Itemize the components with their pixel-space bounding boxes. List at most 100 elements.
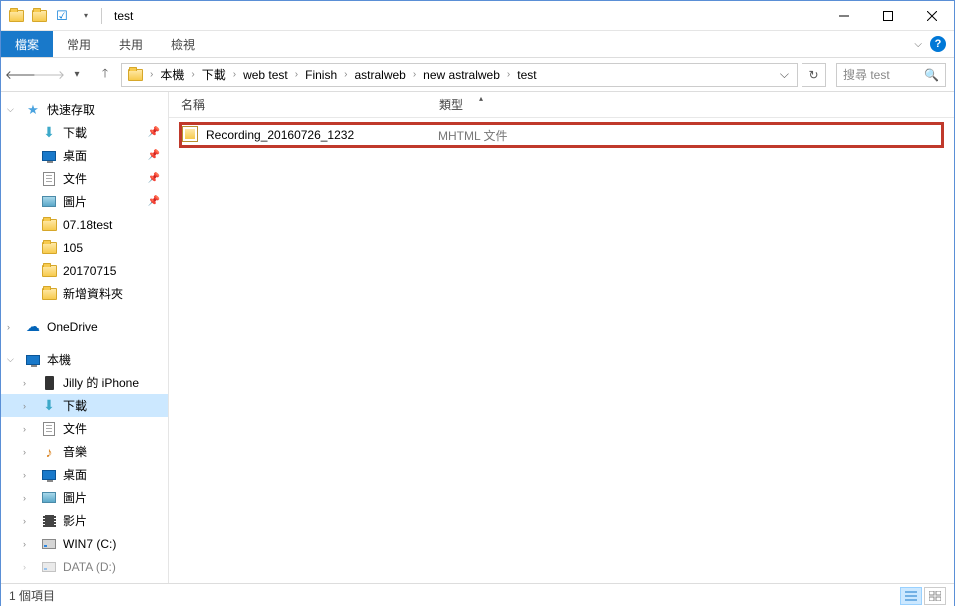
maximize-button[interactable] — [866, 1, 910, 31]
breadcrumb-item[interactable]: test — [513, 68, 540, 82]
nav-quick-access[interactable]: ⌵ ★ 快速存取 — [1, 98, 168, 121]
chevron-right-icon[interactable]: › — [7, 322, 10, 332]
address-bar: 🡐 🡒 ▾ 🡑 › 本機 › 下載 › web test › Finish › … — [1, 58, 954, 92]
tab-home[interactable]: 常用 — [53, 31, 105, 57]
column-type[interactable]: 類型▴ — [439, 96, 589, 113]
nav-item-pictures[interactable]: ›圖片 — [1, 486, 168, 509]
nav-item-music[interactable]: ›♪音樂 — [1, 440, 168, 463]
tab-share[interactable]: 共用 — [105, 31, 157, 57]
nav-item-pictures[interactable]: 圖片📌 — [1, 190, 168, 213]
chevron-right-icon[interactable]: › — [23, 378, 26, 388]
chevron-right-icon[interactable]: › — [188, 69, 197, 80]
nav-item-documents[interactable]: › 文件 — [1, 417, 168, 440]
chevron-right-icon[interactable]: › — [23, 470, 26, 480]
nav-item-videos[interactable]: ›影片 — [1, 509, 168, 532]
chevron-down-icon[interactable]: ⌵ — [7, 104, 14, 115]
monitor-icon — [42, 151, 56, 161]
nav-label: 文件 — [63, 420, 87, 437]
download-icon: ⬇ — [43, 124, 55, 141]
picture-icon — [42, 196, 56, 207]
nav-item-iphone[interactable]: ›Jilly 的 iPhone — [1, 371, 168, 394]
search-icon[interactable]: 🔍 — [924, 68, 939, 82]
breadcrumb-item[interactable]: new astralweb — [419, 68, 504, 82]
nav-label: OneDrive — [47, 320, 98, 334]
folder-icon — [42, 242, 57, 254]
chevron-right-icon[interactable]: › — [23, 516, 26, 526]
breadcrumb-item[interactable]: web test — [239, 68, 292, 82]
chevron-right-icon[interactable]: › — [23, 493, 26, 503]
column-headers: 名稱 類型▴ — [169, 92, 954, 118]
film-icon — [43, 515, 56, 527]
folder-icon — [5, 5, 27, 27]
breadcrumb-item[interactable]: 下載 — [198, 66, 230, 83]
ribbon-collapse-icon[interactable]: ⌵ — [914, 39, 922, 50]
search-input[interactable]: 搜尋 test 🔍 — [836, 63, 946, 87]
properties-icon[interactable]: ☑ — [51, 5, 73, 27]
column-name[interactable]: 名稱 — [181, 96, 439, 113]
chevron-right-icon[interactable]: › — [23, 401, 26, 411]
nav-label: 07.18test — [63, 218, 112, 232]
address-dropdown-icon[interactable]: ⌵ — [774, 67, 795, 82]
nav-item-documents[interactable]: 文件📌 — [1, 167, 168, 190]
nav-item-folder[interactable]: 105 — [1, 236, 168, 259]
nav-item-downloads[interactable]: ›⬇下載 — [1, 394, 168, 417]
nav-item-folder[interactable]: 07.18test — [1, 213, 168, 236]
chevron-right-icon[interactable]: › — [341, 69, 350, 80]
recent-dropdown-icon[interactable]: ▾ — [65, 63, 89, 87]
nav-item-folder[interactable]: 新增資料夾 — [1, 282, 168, 305]
nav-label: 桌面 — [63, 147, 87, 164]
title-bar: ☑ ▾ test — [1, 1, 954, 31]
tab-view[interactable]: 檢視 — [157, 31, 209, 57]
chevron-right-icon[interactable]: › — [23, 562, 26, 572]
monitor-icon — [42, 470, 56, 480]
window-title: test — [110, 9, 133, 23]
chevron-right-icon[interactable]: › — [23, 447, 26, 457]
breadcrumb[interactable]: › 本機 › 下載 › web test › Finish › astralwe… — [121, 63, 798, 87]
breadcrumb-item[interactable]: astralweb — [350, 68, 409, 82]
breadcrumb-item[interactable]: 本機 — [156, 66, 188, 83]
file-row[interactable]: Recording_20160726_1232 MHTML 文件 — [179, 122, 944, 148]
pin-icon: 📌 — [148, 196, 160, 207]
nav-onedrive[interactable]: ›☁OneDrive — [1, 315, 168, 338]
chevron-right-icon[interactable]: › — [23, 424, 26, 434]
details-view-button[interactable] — [900, 587, 922, 605]
separator — [101, 8, 102, 24]
close-button[interactable] — [910, 1, 954, 31]
minimize-button[interactable] — [822, 1, 866, 31]
back-button[interactable]: 🡐 — [9, 63, 33, 87]
nav-item-folder[interactable]: 20170715 — [1, 259, 168, 282]
chevron-right-icon[interactable]: › — [147, 69, 156, 80]
star-icon: ★ — [27, 102, 39, 118]
up-button[interactable]: 🡑 — [93, 63, 117, 87]
qat-dropdown-icon[interactable]: ▾ — [74, 5, 96, 27]
chevron-right-icon[interactable]: › — [292, 69, 301, 80]
nav-item-downloads[interactable]: ⬇下載📌 — [1, 121, 168, 144]
nav-item-desktop[interactable]: 桌面📌 — [1, 144, 168, 167]
file-list[interactable]: Recording_20160726_1232 MHTML 文件 — [169, 118, 954, 583]
nav-item-drive-c[interactable]: ›WIN7 (C:) — [1, 532, 168, 555]
nav-item-desktop[interactable]: › 桌面 — [1, 463, 168, 486]
nav-label: 桌面 — [63, 466, 87, 483]
nav-label: 下載 — [63, 124, 87, 141]
status-bar: 1 個項目 — [1, 583, 954, 607]
file-tab[interactable]: 檔案 — [1, 31, 53, 57]
forward-button[interactable]: 🡒 — [37, 63, 61, 87]
quick-access-toolbar: ☑ ▾ — [1, 5, 110, 27]
chevron-right-icon[interactable]: › — [230, 69, 239, 80]
thumbnails-view-button[interactable] — [924, 587, 946, 605]
sort-indicator-icon: ▴ — [479, 94, 483, 103]
nav-this-pc[interactable]: ⌵本機 — [1, 348, 168, 371]
folder-icon — [124, 69, 147, 81]
nav-item-drive-d[interactable]: ›DATA (D:) — [1, 555, 168, 578]
chevron-down-icon[interactable]: ⌵ — [7, 354, 14, 365]
chevron-right-icon[interactable]: › — [410, 69, 419, 80]
breadcrumb-item[interactable]: Finish — [301, 68, 341, 82]
refresh-button[interactable]: ↻ — [802, 63, 826, 87]
chevron-right-icon[interactable]: › — [23, 539, 26, 549]
status-text: 1 個項目 — [9, 587, 55, 604]
nav-pane[interactable]: ⌵ ★ 快速存取 ⬇下載📌 桌面📌 文件📌 圖片📌 07.18test 105 … — [1, 92, 169, 583]
chevron-right-icon[interactable]: › — [504, 69, 513, 80]
help-icon[interactable]: ? — [930, 36, 946, 52]
monitor-icon — [26, 355, 40, 365]
nav-label: 20170715 — [63, 264, 116, 278]
